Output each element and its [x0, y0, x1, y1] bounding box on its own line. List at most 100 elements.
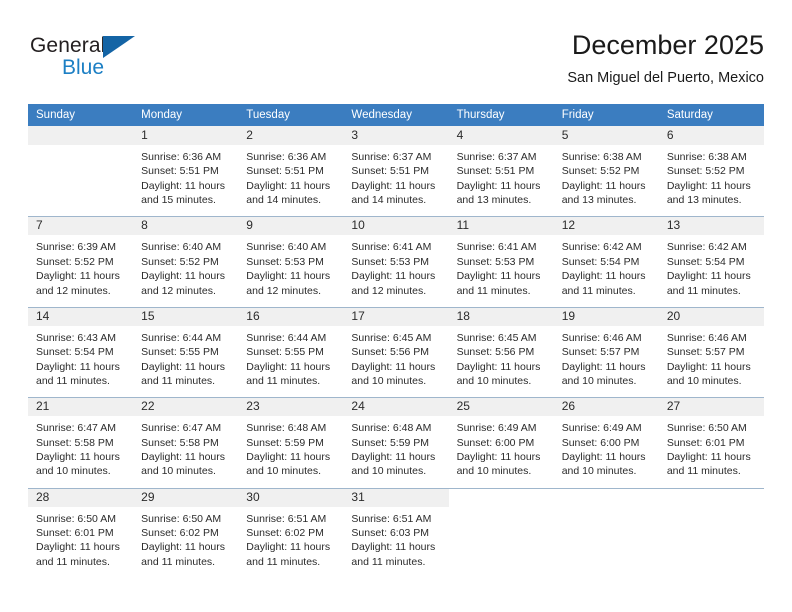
daylight-text: Daylight: 11 hours	[36, 541, 120, 554]
daylight-text: Daylight: 11 hours	[456, 360, 541, 373]
calendar-week-row: 14 Sunrise: 6:43 AM Sunset: 5:54 PM Dayligh…	[28, 305, 764, 397]
calendar-day-cell[interactable]: 24 Sunrise: 6:48 AM Sunset: 5:59 PM Dayligh…	[343, 397, 449, 487]
calendar-day-cell[interactable]: 13 Sunrise: 6:42 AM Sunset: 5:54 PM Dayligh…	[658, 216, 764, 306]
weekday-header-sunday: Sunday	[36, 109, 76, 121]
calendar-day-cell[interactable]: 7 Sunrise: 6:39 AM Sunset: 5:52 PM Daylight…	[28, 216, 134, 306]
calendar-day-cell[interactable]: 21 Sunrise: 6:47 AM Sunset: 5:58 PM Dayligh…	[28, 397, 134, 487]
calendar-day-cell[interactable]: 16 Sunrise: 6:44 AM Sunset: 5:55 PM Dayligh…	[238, 306, 344, 397]
daylight-text-cont: and 11 minutes.	[36, 555, 110, 568]
calendar-day-cell[interactable]: 12 Sunrise: 6:42 AM Sunset: 5:54 PM Dayligh…	[553, 216, 659, 306]
calendar-day-cell[interactable]: 14 Sunrise: 6:43 AM Sunset: 5:54 PM Dayligh…	[28, 306, 134, 397]
general-blue-logo[interactable]: General Blue	[28, 32, 208, 94]
day-details: Sunrise: 6:42 AM Sunset: 5:54 PM Daylight:…	[554, 235, 659, 298]
calendar-body: 1 Sunrise: 6:36 AM Sunset: 5:51 PM Daylight…	[28, 126, 764, 577]
daylight-text: Daylight: 11 hours	[36, 360, 120, 373]
daylight-text: Daylight: 11 hours	[246, 360, 331, 373]
sunset-text: Sunset: 6:02 PM	[246, 526, 324, 539]
daylight-text-cont: and 11 minutes.	[351, 555, 426, 568]
calendar-day-cell[interactable]: 23 Sunrise: 6:48 AM Sunset: 5:59 PM Dayligh…	[238, 397, 344, 487]
sunrise-text: Sunrise: 6:50 AM	[36, 512, 116, 525]
day-number: 9	[246, 218, 253, 233]
day-number-band: 15	[133, 306, 239, 326]
calendar-day-cell[interactable]: 9 Sunrise: 6:40 AM Sunset: 5:53 PM Daylight…	[238, 216, 344, 306]
calendar-day-cell-empty	[28, 126, 134, 216]
sunrise-text: Sunrise: 6:44 AM	[141, 331, 222, 344]
calendar-day-cell[interactable]: 22 Sunrise: 6:47 AM Sunset: 5:58 PM Dayligh…	[133, 397, 239, 487]
sunrise-text: Sunrise: 6:37 AM	[351, 151, 432, 163]
calendar-day-cell[interactable]: 5 Sunrise: 6:38 AM Sunset: 5:52 PM Daylight…	[553, 126, 659, 216]
day-details	[659, 507, 764, 512]
day-number-band: 26	[553, 397, 659, 417]
calendar-day-cell[interactable]: 10 Sunrise: 6:41 AM Sunset: 5:53 PM Dayligh…	[343, 216, 449, 306]
daylight-text: Daylight: 11 hours	[141, 179, 225, 192]
day-details: Sunrise: 6:50 AM Sunset: 6:02 PM Daylight:…	[133, 507, 238, 570]
daylight-text-cont: and 15 minutes.	[141, 194, 216, 207]
sunrise-text: Sunrise: 6:47 AM	[36, 422, 116, 435]
calendar-day-cell[interactable]: 1 Sunrise: 6:36 AM Sunset: 5:51 PM Daylight…	[133, 126, 239, 216]
daylight-text: Daylight: 11 hours	[246, 541, 331, 554]
calendar-day-cell[interactable]: 6 Sunrise: 6:38 AM Sunset: 5:52 PM Daylight…	[658, 126, 764, 216]
calendar-day-cell[interactable]: 26 Sunrise: 6:49 AM Sunset: 6:00 PM Dayligh…	[553, 397, 659, 487]
sunset-text: Sunset: 5:54 PM	[561, 255, 640, 268]
day-number: 24	[351, 399, 365, 414]
day-number: 18	[456, 308, 470, 323]
day-number-band: 21	[28, 397, 134, 417]
day-number: 31	[351, 489, 365, 504]
day-details: Sunrise: 6:49 AM Sunset: 6:00 PM Daylight:…	[554, 416, 659, 479]
day-number: 10	[351, 218, 365, 233]
calendar-day-cell[interactable]: 3 Sunrise: 6:37 AM Sunset: 5:51 PM Daylight…	[343, 126, 449, 216]
sunrise-text: Sunrise: 6:49 AM	[561, 422, 642, 435]
daylight-text: Daylight: 11 hours	[456, 450, 541, 463]
day-number-band: 5	[553, 126, 659, 145]
daylight-text-cont: and 11 minutes.	[666, 284, 741, 297]
day-number: 8	[141, 218, 148, 233]
day-number-band: 13	[658, 216, 764, 236]
daylight-text: Daylight: 11 hours	[561, 270, 646, 283]
daylight-text: Daylight: 11 hours	[351, 450, 436, 463]
day-number-band: 30	[238, 487, 344, 507]
sunrise-text: Sunrise: 6:46 AM	[666, 331, 747, 344]
daylight-text: Daylight: 11 hours	[561, 360, 646, 373]
calendar-day-cell[interactable]: 28 Sunrise: 6:50 AM Sunset: 6:01 PM Dayligh…	[28, 487, 134, 577]
sunrise-text: Sunrise: 6:40 AM	[141, 241, 222, 254]
calendar-day-cell[interactable]: 15 Sunrise: 6:44 AM Sunset: 5:55 PM Dayligh…	[133, 306, 239, 397]
day-details: Sunrise: 6:46 AM Sunset: 5:57 PM Daylight:…	[659, 326, 764, 389]
calendar-day-cell[interactable]: 18 Sunrise: 6:45 AM Sunset: 5:56 PM Dayligh…	[448, 306, 554, 397]
calendar-day-cell[interactable]: 31 Sunrise: 6:51 AM Sunset: 6:03 PM Dayligh…	[343, 487, 449, 577]
sunrise-text: Sunrise: 6:44 AM	[246, 331, 327, 344]
calendar-day-cell[interactable]: 4 Sunrise: 6:37 AM Sunset: 5:51 PM Daylight…	[448, 126, 554, 216]
daylight-text: Daylight: 11 hours	[456, 270, 541, 283]
daylight-text: Daylight: 11 hours	[141, 360, 225, 373]
day-number-band	[28, 126, 134, 145]
calendar-day-cell[interactable]: 30 Sunrise: 6:51 AM Sunset: 6:02 PM Dayligh…	[238, 487, 344, 577]
day-number: 3	[351, 128, 359, 142]
sunset-text: Sunset: 5:55 PM	[141, 346, 219, 359]
day-details: Sunrise: 6:37 AM Sunset: 5:51 PM Daylight:…	[343, 145, 448, 208]
calendar-day-cell[interactable]: 25 Sunrise: 6:49 AM Sunset: 6:00 PM Dayligh…	[448, 397, 554, 487]
calendar-day-cell[interactable]: 17 Sunrise: 6:45 AM Sunset: 5:56 PM Dayligh…	[343, 306, 449, 397]
sunrise-text: Sunrise: 6:48 AM	[351, 422, 432, 435]
calendar-day-cell[interactable]: 27 Sunrise: 6:50 AM Sunset: 6:01 PM Dayligh…	[658, 397, 764, 487]
sunrise-text: Sunrise: 6:45 AM	[351, 331, 432, 344]
daylight-text: Daylight: 11 hours	[246, 179, 331, 192]
sunrise-text: Sunrise: 6:36 AM	[246, 151, 327, 163]
calendar-day-cell[interactable]: 29 Sunrise: 6:50 AM Sunset: 6:02 PM Dayligh…	[133, 487, 239, 577]
calendar-day-cell[interactable]: 8 Sunrise: 6:40 AM Sunset: 5:52 PM Daylight…	[133, 216, 239, 306]
sunrise-text: Sunrise: 6:51 AM	[246, 512, 327, 525]
day-number-band	[448, 487, 554, 507]
day-details: Sunrise: 6:38 AM Sunset: 5:52 PM Daylight:…	[659, 145, 764, 208]
day-number-band: 11	[448, 216, 554, 236]
calendar-day-cell[interactable]: 20 Sunrise: 6:46 AM Sunset: 5:57 PM Dayligh…	[658, 306, 764, 397]
day-number-band: 24	[343, 397, 449, 417]
calendar-day-cell[interactable]: 2 Sunrise: 6:36 AM Sunset: 5:51 PM Daylight…	[238, 126, 344, 216]
day-details	[449, 507, 554, 512]
day-details	[554, 507, 659, 512]
sunset-text: Sunset: 6:00 PM	[456, 436, 535, 449]
sunset-text: Sunset: 5:51 PM	[141, 165, 219, 178]
day-number: 15	[141, 308, 155, 323]
calendar-day-cell[interactable]: 11 Sunrise: 6:41 AM Sunset: 5:53 PM Dayligh…	[448, 216, 554, 306]
calendar-day-cell[interactable]: 19 Sunrise: 6:46 AM Sunset: 5:57 PM Dayligh…	[553, 306, 659, 397]
day-number: 27	[666, 399, 681, 414]
day-number-band: 10	[343, 216, 449, 236]
daylight-text: Daylight: 11 hours	[666, 179, 751, 192]
